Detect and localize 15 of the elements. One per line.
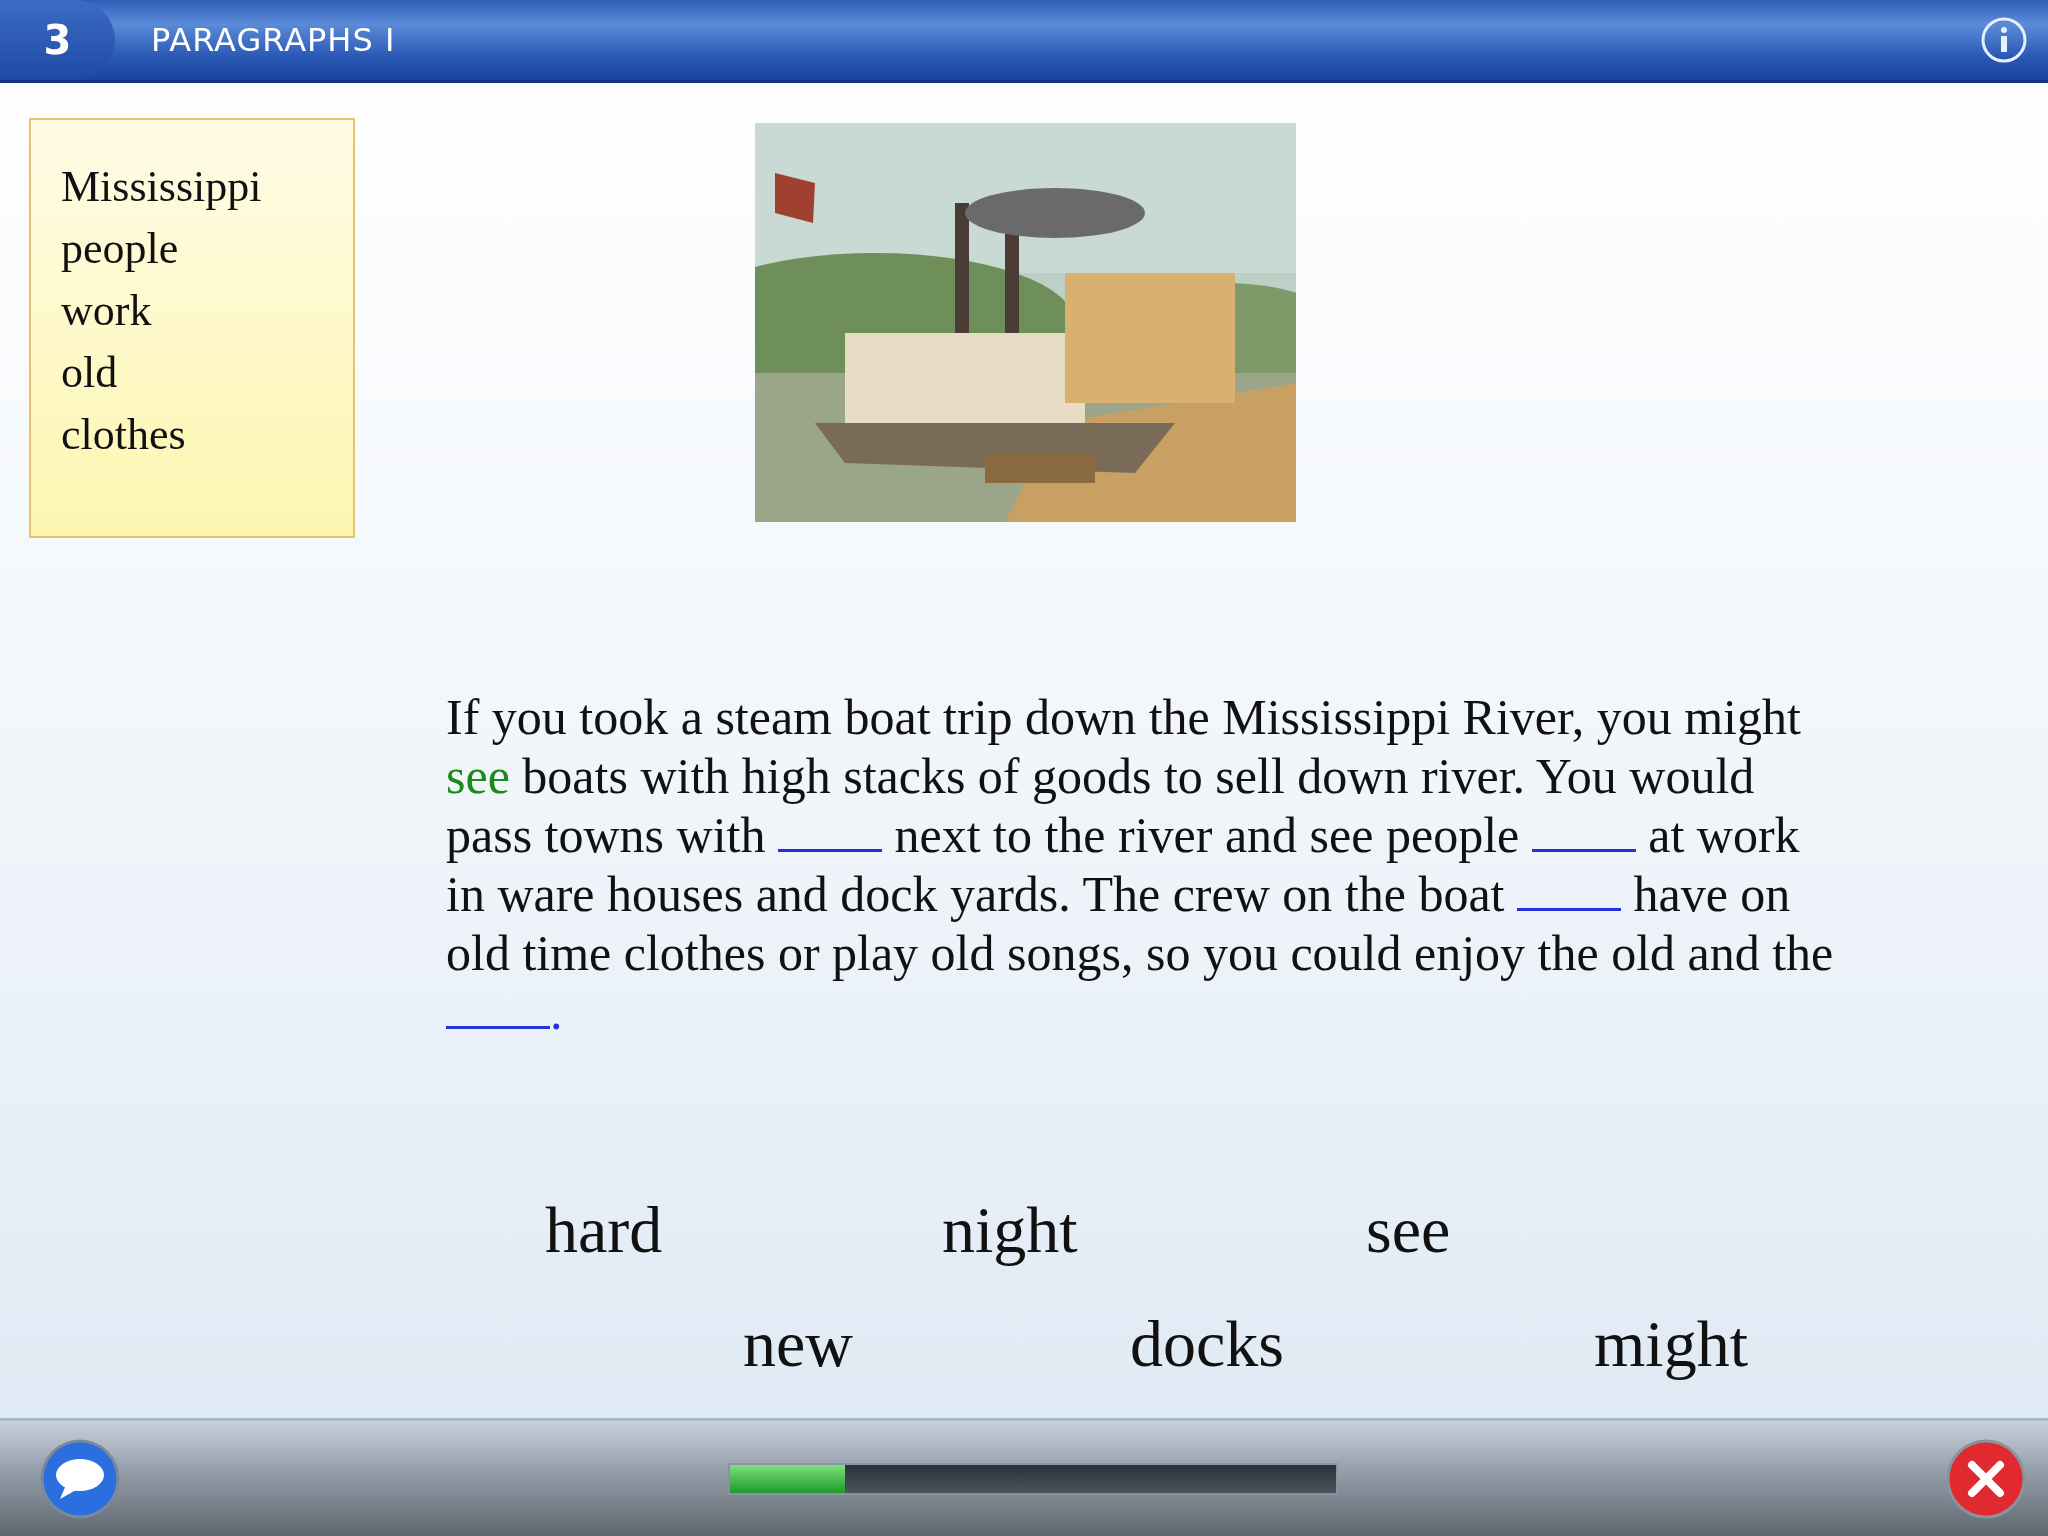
- vocabulary-word: Mississippi: [61, 161, 263, 213]
- word-choice[interactable]: night: [942, 1192, 1078, 1268]
- word-choice[interactable]: new: [743, 1306, 853, 1382]
- word-choice[interactable]: see: [1366, 1192, 1451, 1268]
- lesson-title: PARAGRAPHS I: [151, 21, 397, 59]
- vocabulary-word: clothes: [61, 409, 187, 461]
- word-choice[interactable]: hard: [545, 1192, 663, 1268]
- passage-text: If you took a steam boat trip down the Mississippi River, you might see boats with high stacks of goods to sell down river. You would pass towns with next to the river and see people at work in ware houses and dock yards. The crew on the boat have on old time clothes or play old songs, so you could enjoy the old and the .: [446, 688, 1835, 1042]
- vocabulary-word: work: [61, 285, 153, 337]
- vocabulary-word: old: [61, 347, 119, 399]
- lesson-number: 3: [0, 0, 115, 80]
- vocabulary-word: people: [61, 223, 180, 275]
- word-choice[interactable]: might: [1594, 1306, 1748, 1382]
- info-icon[interactable]: [1980, 16, 2028, 64]
- word-choice[interactable]: docks: [1130, 1306, 1284, 1382]
